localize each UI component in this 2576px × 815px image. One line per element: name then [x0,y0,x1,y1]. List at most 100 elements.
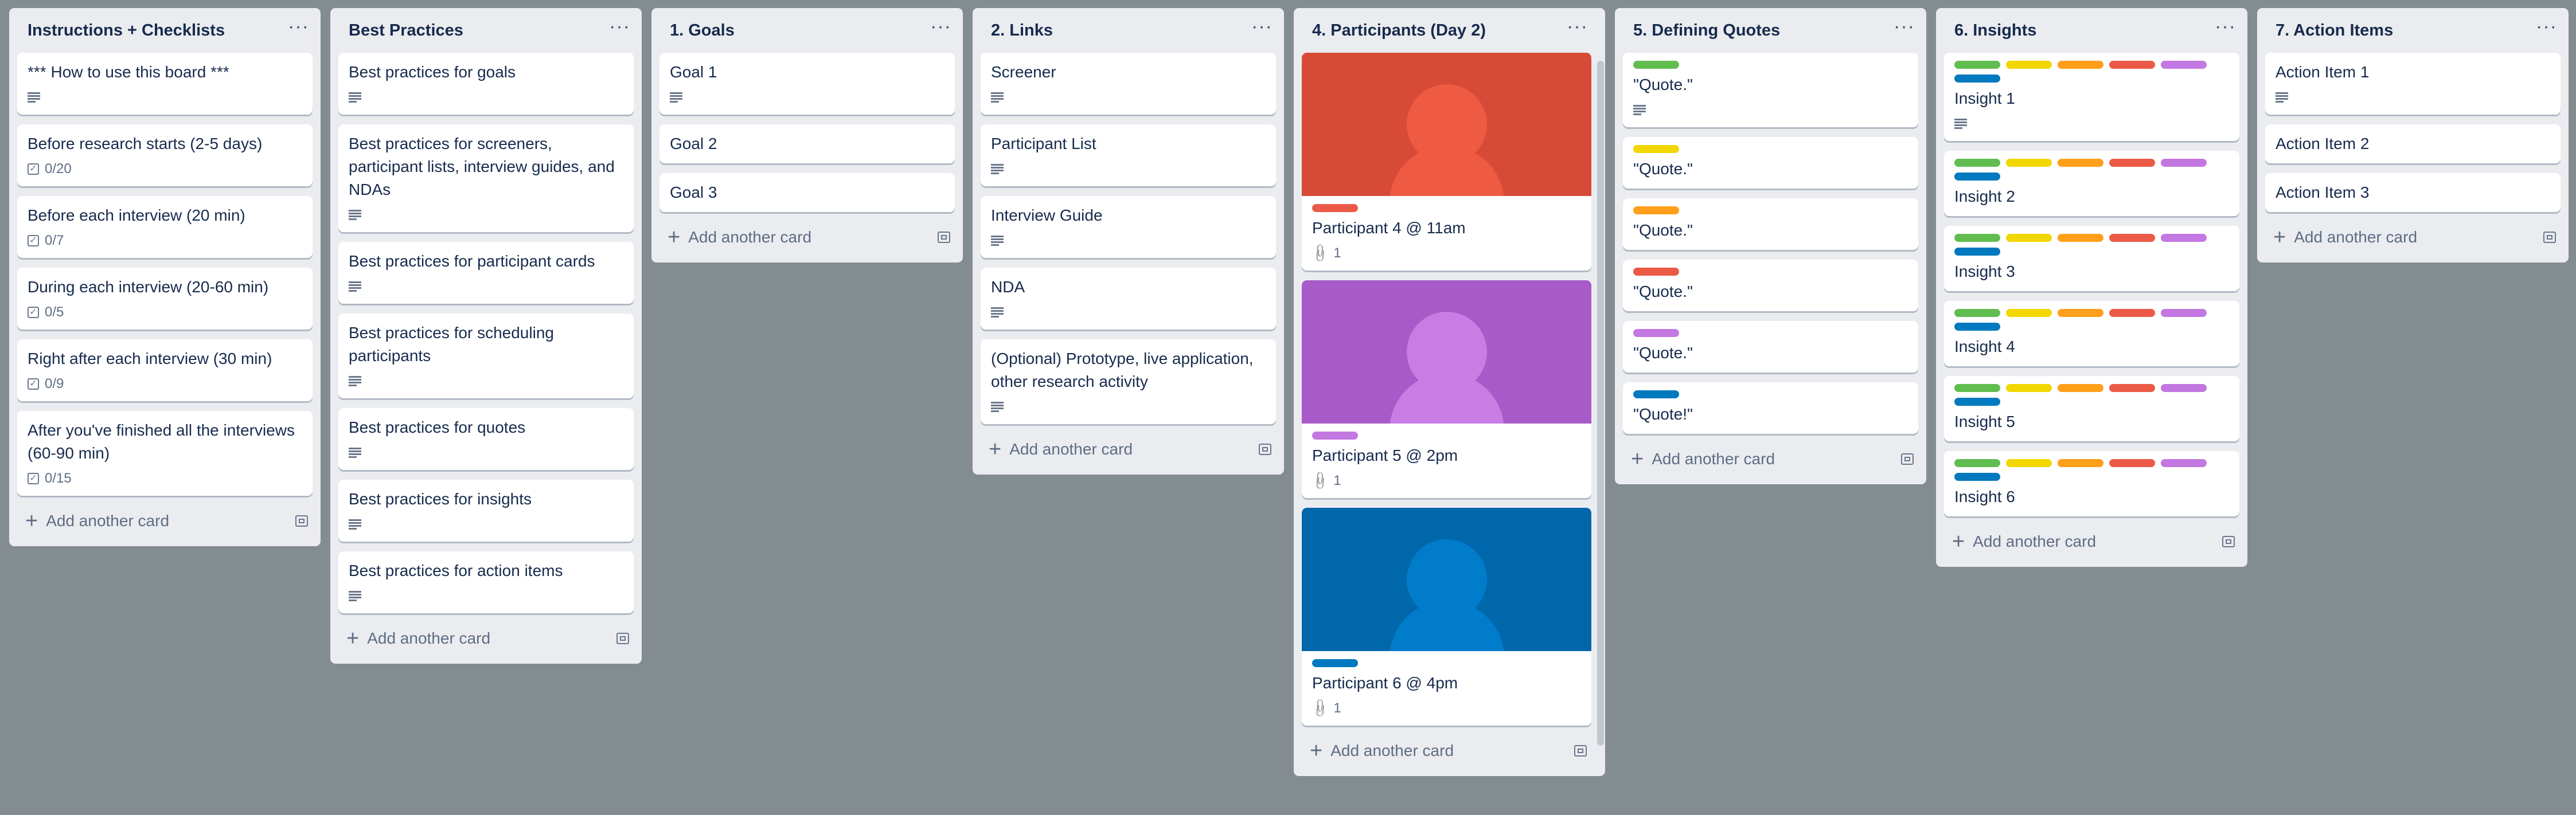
card[interactable]: Participant 6 @ 4pm 📎 1 [1302,508,1591,726]
label-red[interactable] [2109,234,2155,242]
card-template-icon[interactable] [938,232,950,243]
list-title[interactable]: 7. Action Items [2276,21,2393,40]
label-orange[interactable] [2058,159,2103,167]
card[interactable]: Goal 3 [659,173,955,212]
list-title[interactable]: Instructions + Checklists [28,21,225,40]
label-yellow[interactable] [2006,234,2052,242]
label-green[interactable] [1954,159,2000,167]
card[interactable]: Best practices for screeners, participan… [338,124,634,232]
label-red[interactable] [1633,268,1679,276]
card[interactable]: Screener [981,53,1276,115]
card[interactable]: Before research starts (2-5 days) ✓ 0/20 [17,124,313,186]
label-green[interactable] [1954,234,2000,242]
card[interactable]: Goal 1 [659,53,955,115]
card-template-icon[interactable] [1901,453,1914,465]
card[interactable]: Interview Guide [981,196,1276,258]
list-title[interactable]: 5. Defining Quotes [1633,21,1780,40]
list-menu-icon[interactable]: ··· [2536,17,2557,40]
card[interactable]: "Quote." [1623,137,1918,189]
card[interactable]: Insight 3 [1944,226,2239,291]
card[interactable]: Participant 4 @ 11am 📎 1 [1302,53,1591,271]
label-red[interactable] [2109,459,2155,467]
label-yellow[interactable] [2006,309,2052,317]
add-card-button[interactable]: + Add another card [1952,531,2096,553]
label-yellow[interactable] [2006,159,2052,167]
card[interactable]: Best practices for action items [338,551,634,613]
label-purple[interactable] [2161,384,2207,392]
card-template-icon[interactable] [2222,536,2235,547]
card[interactable]: During each interview (20-60 min) ✓ 0/5 [17,268,313,330]
card[interactable]: Insight 4 [1944,301,2239,366]
label-blue[interactable] [1954,173,2000,181]
label-purple[interactable] [2161,159,2207,167]
add-card-button[interactable]: + Add another card [989,438,1133,460]
add-card-button[interactable]: + Add another card [25,510,169,532]
label-green[interactable] [1954,309,2000,317]
list-menu-icon[interactable]: ··· [1894,17,1915,40]
list-menu-icon[interactable]: ··· [930,17,951,40]
label-green[interactable] [1954,384,2000,392]
label-orange[interactable] [2058,459,2103,467]
card-template-icon[interactable] [295,515,308,527]
label-blue[interactable] [1312,659,1358,667]
card[interactable]: Goal 2 [659,124,955,163]
label-purple[interactable] [2161,459,2207,467]
label-purple[interactable] [2161,61,2207,69]
label-red[interactable] [2109,309,2155,317]
card[interactable]: "Quote." [1623,321,1918,373]
card[interactable]: After you've finished all the interviews… [17,411,313,496]
label-orange[interactable] [2058,61,2103,69]
card[interactable]: "Quote." [1623,53,1918,127]
label-green[interactable] [1633,61,1679,69]
card[interactable]: NDA [981,268,1276,330]
list-scrollbar[interactable] [1597,61,1604,746]
label-orange[interactable] [2058,234,2103,242]
label-blue[interactable] [1954,323,2000,331]
card[interactable]: "Quote." [1623,198,1918,250]
card[interactable]: Best practices for quotes [338,408,634,470]
list-title[interactable]: 2. Links [991,21,1053,40]
list-title[interactable]: 1. Goals [670,21,735,40]
label-red[interactable] [2109,159,2155,167]
card[interactable]: Participant 5 @ 2pm 📎 1 [1302,280,1591,498]
label-blue[interactable] [1954,473,2000,481]
card[interactable]: (Optional) Prototype, live application, … [981,339,1276,424]
list-menu-icon[interactable]: ··· [609,17,630,40]
card-template-icon[interactable] [1259,444,1271,455]
card[interactable]: Right after each interview (30 min) ✓ 0/9 [17,339,313,401]
label-blue[interactable] [1633,390,1679,398]
card[interactable]: Insight 6 [1944,451,2239,516]
label-green[interactable] [1954,61,2000,69]
card[interactable]: Best practices for goals [338,53,634,115]
label-yellow[interactable] [2006,384,2052,392]
card[interactable]: Insight 1 [1944,53,2239,141]
label-purple[interactable] [2161,309,2207,317]
card[interactable]: Best practices for insights [338,480,634,542]
label-red[interactable] [1312,204,1358,212]
label-orange[interactable] [2058,309,2103,317]
list-menu-icon[interactable]: ··· [1251,17,1273,40]
card[interactable]: Insight 5 [1944,376,2239,441]
card[interactable]: Best practices for participant cards [338,242,634,304]
label-yellow[interactable] [2006,459,2052,467]
label-blue[interactable] [1954,248,2000,256]
card[interactable]: *** How to use this board *** [17,53,313,115]
label-orange[interactable] [2058,384,2103,392]
add-card-button[interactable]: + Add another card [668,226,811,248]
card[interactable]: Before each interview (20 min) ✓ 0/7 [17,196,313,258]
label-yellow[interactable] [1633,145,1679,153]
add-card-button[interactable]: + Add another card [1310,740,1454,762]
card[interactable]: Insight 2 [1944,151,2239,216]
label-green[interactable] [1954,459,2000,467]
list-menu-icon[interactable]: ··· [1567,17,1588,40]
label-blue[interactable] [1954,398,2000,406]
card[interactable]: "Quote!" [1623,382,1918,434]
add-card-button[interactable]: + Add another card [1631,448,1775,470]
label-orange[interactable] [1633,206,1679,214]
label-yellow[interactable] [2006,61,2052,69]
label-purple[interactable] [2161,234,2207,242]
list-title[interactable]: 6. Insights [1954,21,2036,40]
card[interactable]: Action Item 3 [2265,173,2561,212]
list-title[interactable]: 4. Participants (Day 2) [1312,21,1486,40]
add-card-button[interactable]: + Add another card [346,628,490,649]
